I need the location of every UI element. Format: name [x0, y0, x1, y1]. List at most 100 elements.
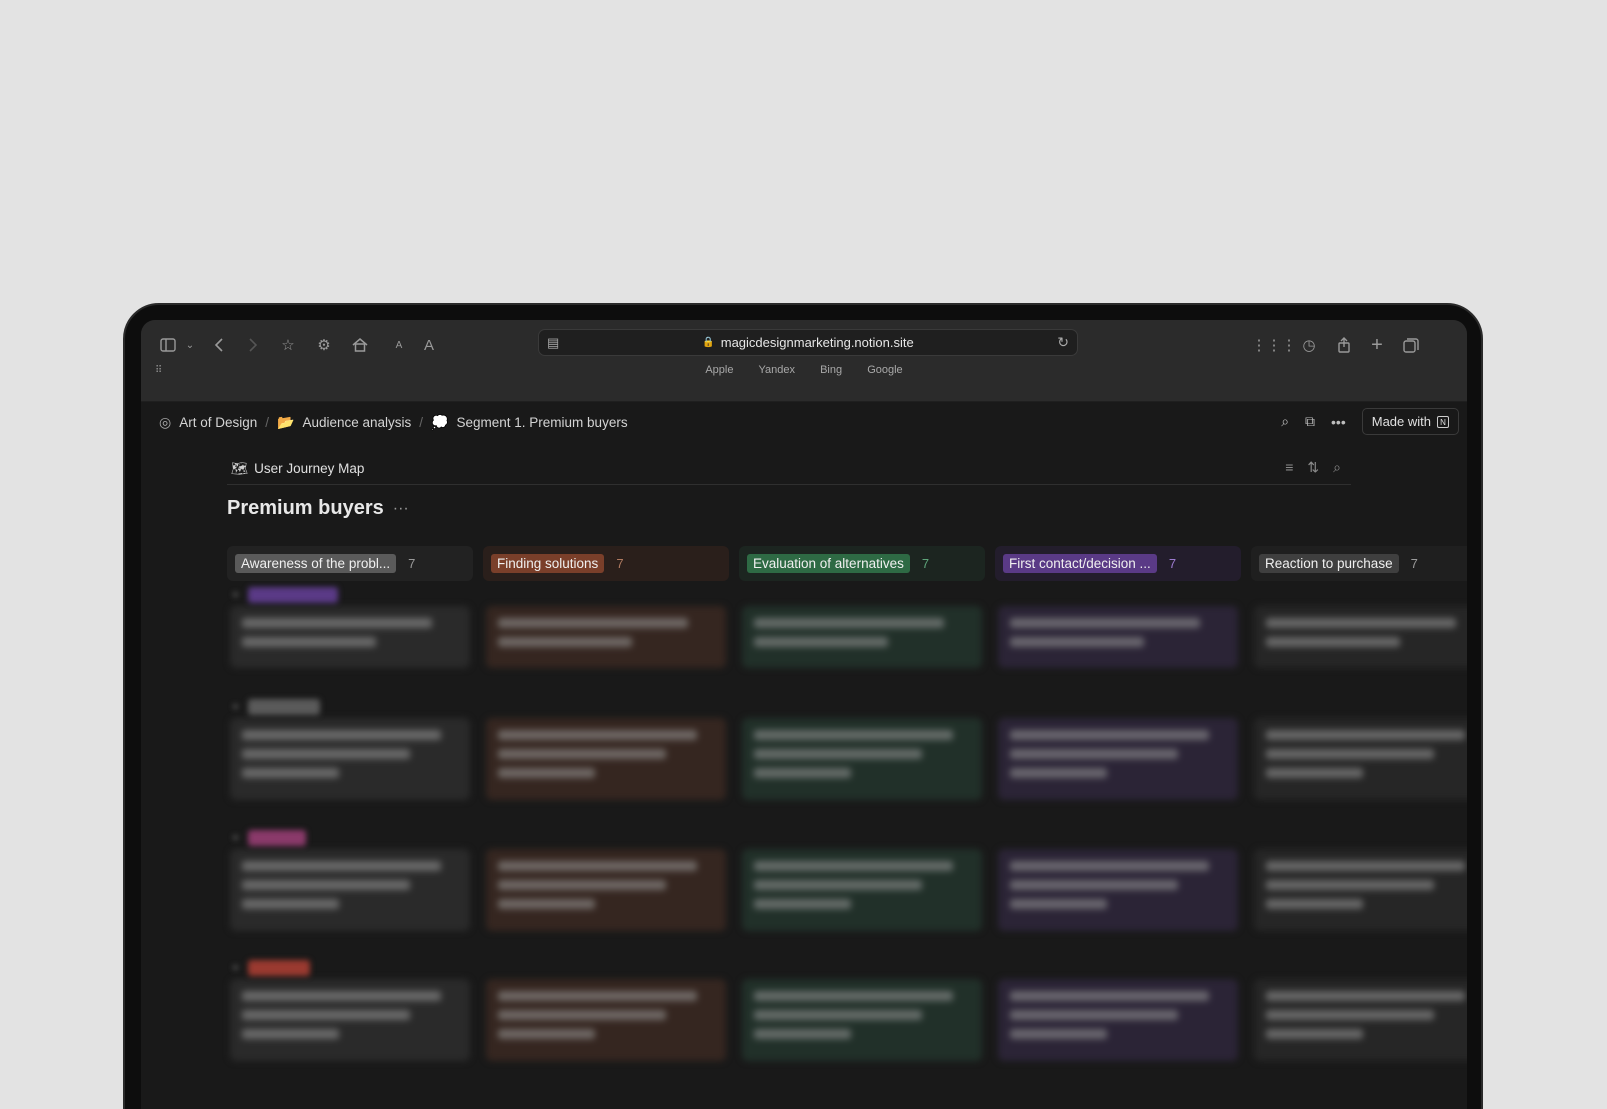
collapse-arrow-icon[interactable]: ▾: [233, 590, 238, 601]
card-text-line: [754, 768, 852, 778]
card-text-line: [498, 1029, 596, 1039]
card-text-line: [754, 880, 923, 890]
card-text-line: [1266, 749, 1435, 759]
view-tab[interactable]: User Journey Map: [254, 461, 364, 476]
board-card[interactable]: [230, 606, 470, 668]
reload-icon[interactable]: ↻: [1057, 334, 1069, 351]
card-text-line: [1010, 768, 1108, 778]
board-card[interactable]: [230, 718, 470, 800]
font-decrease-button[interactable]: A: [386, 332, 412, 358]
column-header[interactable]: Evaluation of alternatives 7: [739, 546, 985, 581]
board-card[interactable]: [998, 979, 1238, 1061]
apps-grid-icon[interactable]: ⋮⋮⋮: [1252, 332, 1297, 358]
home-icon[interactable]: [347, 332, 373, 358]
card-text-line: [754, 618, 945, 628]
more-icon[interactable]: •••: [1331, 414, 1346, 430]
board-card[interactable]: [230, 979, 470, 1061]
sort-icon[interactable]: ⇅: [1307, 459, 1319, 476]
favorite-apple[interactable]: Apple: [705, 364, 733, 376]
laptop-frame: ⌄ ☆ ⚙ A A ▤ 🔒 magicdesignmarketing.notio…: [123, 303, 1483, 1109]
card-text-line: [1010, 730, 1209, 740]
card-text-line: [1010, 899, 1108, 909]
font-increase-button[interactable]: A: [416, 332, 442, 358]
chevron-down-icon[interactable]: ⌄: [177, 332, 203, 358]
favorite-google[interactable]: Google: [867, 364, 902, 376]
column-header[interactable]: First contact/decision ... 7: [995, 546, 1241, 581]
reader-icon[interactable]: ▤: [547, 335, 559, 351]
search-icon[interactable]: ⌕: [1281, 413, 1289, 430]
column-header[interactable]: Finding solutions 7: [483, 546, 729, 581]
card-text-line: [1266, 768, 1364, 778]
card-text-line: [242, 618, 433, 628]
board-card[interactable]: [486, 849, 726, 931]
back-icon[interactable]: [207, 332, 233, 358]
board-card[interactable]: [998, 606, 1238, 668]
history-icon[interactable]: ◷: [1296, 332, 1322, 358]
duplicate-icon[interactable]: ⧉: [1305, 413, 1315, 430]
board-card[interactable]: [1254, 718, 1467, 800]
board-card[interactable]: [1254, 606, 1467, 668]
card-text-line: [498, 637, 632, 647]
share-icon[interactable]: [1331, 332, 1357, 358]
group-header[interactable]: ▾: [233, 584, 339, 606]
card-text-line: [1266, 899, 1364, 909]
board-card[interactable]: [486, 979, 726, 1061]
collapse-arrow-icon[interactable]: ▾: [233, 702, 238, 713]
gear-icon[interactable]: ⚙: [311, 332, 337, 358]
board-card[interactable]: [742, 718, 982, 800]
board-column: First contact/decision ... 7: [995, 546, 1241, 1061]
collapse-arrow-icon[interactable]: ▾: [233, 833, 238, 844]
address-bar[interactable]: ▤ 🔒 magicdesignmarketing.notion.site ↻: [538, 329, 1078, 356]
card-text-line: [754, 1010, 923, 1020]
card-text-line: [1266, 991, 1465, 1001]
column-tag: Evaluation of alternatives: [747, 554, 910, 573]
board-card[interactable]: [230, 849, 470, 931]
card-text-line: [242, 880, 411, 890]
star-icon[interactable]: ☆: [275, 332, 301, 358]
board-card[interactable]: [742, 849, 982, 931]
group-header[interactable]: ▾: [233, 827, 307, 849]
card-text-line: [1010, 991, 1209, 1001]
breadcrumb-label: Segment 1. Premium buyers: [456, 414, 628, 430]
breadcrumb-item[interactable]: ◎ Art of Design: [159, 414, 257, 431]
group-header[interactable]: ▾: [233, 957, 311, 979]
board-card[interactable]: [998, 849, 1238, 931]
card-text-line: [498, 880, 667, 890]
filter-icon[interactable]: ≡: [1285, 459, 1293, 476]
board-card[interactable]: [486, 606, 726, 668]
favorite-bing[interactable]: Bing: [820, 364, 842, 376]
board-card[interactable]: [1254, 849, 1467, 931]
column-count: 7: [408, 556, 416, 571]
forward-icon[interactable]: [239, 332, 265, 358]
column-tag: Finding solutions: [491, 554, 605, 573]
column-count: 7: [1410, 556, 1418, 571]
collapse-arrow-icon[interactable]: ▾: [233, 963, 238, 974]
card-text-line: [1266, 637, 1400, 647]
more-icon[interactable]: ···: [393, 500, 409, 518]
breadcrumb-item[interactable]: 📂 Audience analysis: [277, 414, 411, 431]
board-card[interactable]: [998, 718, 1238, 800]
tabs-overview-icon[interactable]: [1398, 332, 1424, 358]
card-text-line: [1010, 618, 1201, 628]
card-text-line: [498, 899, 596, 909]
search-icon[interactable]: ⌕: [1333, 459, 1341, 476]
group-header[interactable]: ▾: [233, 696, 321, 718]
card-text-line: [242, 861, 441, 871]
column-count: 7: [921, 556, 930, 571]
card-text-line: [1266, 618, 1457, 628]
card-text-line: [1266, 1029, 1364, 1039]
group-tag: [248, 960, 311, 976]
column-header[interactable]: Reaction to purchase 7: [1251, 546, 1467, 581]
column-header[interactable]: Awareness of the probl... 7: [227, 546, 473, 581]
card-text-line: [242, 637, 376, 647]
board-card[interactable]: [486, 718, 726, 800]
card-text-line: [242, 991, 441, 1001]
board-card[interactable]: [742, 979, 982, 1061]
made-with-button[interactable]: Made with N: [1361, 408, 1459, 435]
board-card[interactable]: [742, 606, 982, 668]
board-card[interactable]: [1254, 979, 1467, 1061]
favorite-yandex[interactable]: Yandex: [759, 364, 796, 376]
card-text-line: [498, 1010, 667, 1020]
breadcrumb-item[interactable]: 💭 Segment 1. Premium buyers: [431, 414, 628, 431]
new-tab-icon[interactable]: +: [1364, 332, 1390, 358]
